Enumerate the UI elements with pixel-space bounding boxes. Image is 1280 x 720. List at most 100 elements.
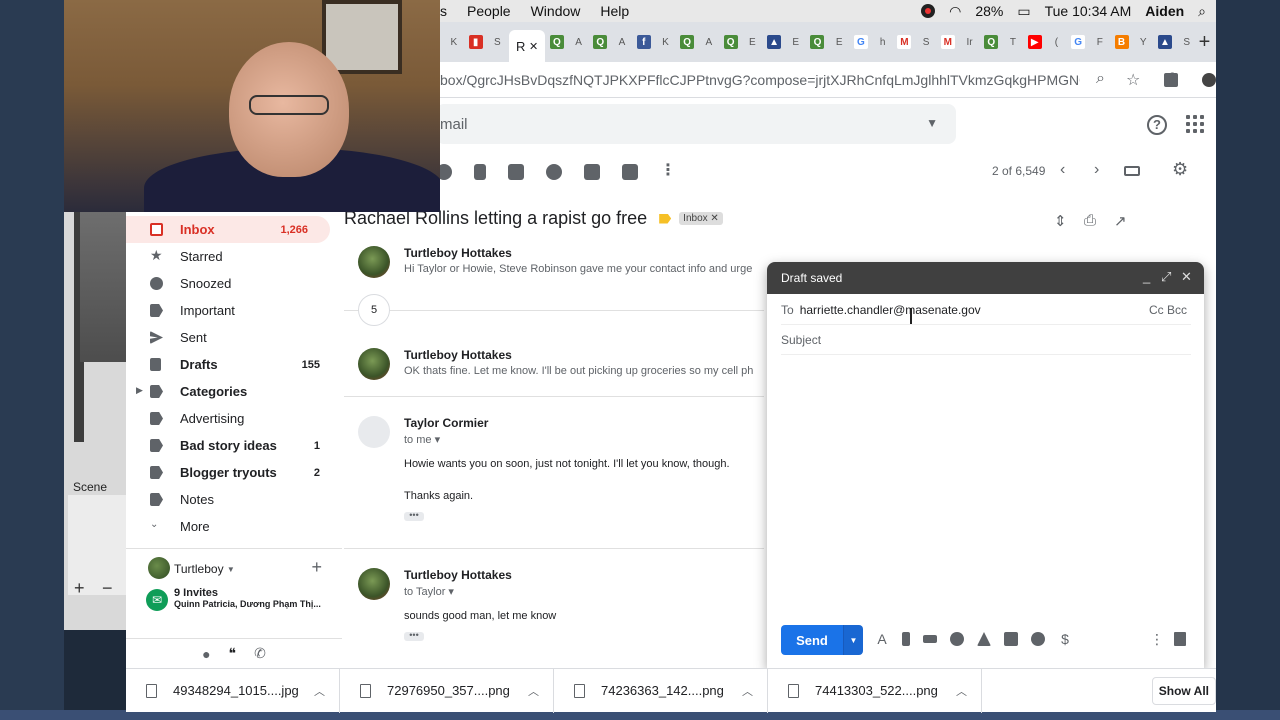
new-tab-button[interactable]: + <box>1199 31 1211 54</box>
more-actions-icon[interactable]: ⋮ <box>660 163 676 180</box>
subject-field[interactable]: Subject <box>781 325 1191 355</box>
insert-photo-icon[interactable] <box>1004 632 1018 646</box>
facebook-extension-icon[interactable]: f <box>1164 72 1178 88</box>
to-field[interactable]: To harriette.chandler@masenate.gov Cc Bc… <box>781 295 1191 325</box>
download-item[interactable]: 74236363_142....png ︿ <box>554 668 768 713</box>
browser-tab[interactable]: F <box>1090 28 1110 56</box>
hangouts-icon[interactable]: ❝ <box>229 645 237 662</box>
browser-tab[interactable]: T <box>1003 28 1023 56</box>
sidebar-item-categories[interactable]: ▶ Categories <box>126 378 342 405</box>
download-item[interactable]: 74413303_522....png ︿ <box>768 668 982 713</box>
browser-tab[interactable]: M <box>895 28 915 56</box>
to-recipient[interactable]: harriette.chandler@masenate.gov <box>800 303 981 317</box>
screen-record-icon[interactable] <box>921 4 936 18</box>
hangouts-user[interactable]: Turtleboy ▼ + <box>126 555 342 583</box>
chevron-up-icon[interactable]: ︿ <box>314 683 325 699</box>
sidebar-item-starred[interactable]: ★ Starred <box>126 243 342 270</box>
chevron-up-icon[interactable]: ︿ <box>742 683 753 699</box>
more-options-icon[interactable]: ⋮ <box>1150 631 1164 648</box>
expand-all-icon[interactable]: ⇕ <box>1054 212 1067 230</box>
browser-tab[interactable]: Q <box>547 28 567 56</box>
close-tab-icon[interactable]: ✕ <box>529 40 538 53</box>
sidebar-item-important[interactable]: Important <box>126 297 342 324</box>
search-options-dropdown-icon[interactable]: ▼ <box>926 116 938 130</box>
compose-body[interactable] <box>781 362 1191 612</box>
inbox-label-chip[interactable]: Inbox ✕ <box>679 212 723 225</box>
menu-item-window[interactable]: Window <box>531 3 581 19</box>
input-tools-icon[interactable] <box>1124 166 1140 176</box>
contacts-icon[interactable]: ● <box>202 646 210 662</box>
browser-tab[interactable]: f <box>634 28 654 56</box>
older-icon[interactable]: › <box>1094 161 1099 179</box>
fullscreen-icon[interactable]: ⤢ <box>1161 269 1171 285</box>
browser-tab[interactable]: E <box>829 28 849 56</box>
send-money-icon[interactable]: $ <box>1058 632 1072 646</box>
browser-tab[interactable]: Q <box>721 28 741 56</box>
browser-tab[interactable]: ▶ <box>1025 28 1045 56</box>
browser-tab[interactable]: Q <box>981 28 1001 56</box>
close-icon[interactable]: ✕ <box>1181 269 1192 285</box>
browser-tab[interactable]: G <box>1068 28 1088 56</box>
sidebar-item-bad-story-ideas[interactable]: Bad story ideas 1 <box>126 432 342 459</box>
menu-item-help[interactable]: Help <box>600 3 629 19</box>
browser-tab[interactable]: ( <box>1047 28 1067 56</box>
browser-tab[interactable]: B <box>1112 28 1132 56</box>
sidebar-item-blogger-tryouts[interactable]: Blogger tryouts 2 <box>126 459 342 486</box>
url-text[interactable]: box/QgrcJHsBvDqszfNQTJPKXPFflcCJPPtnvgG?… <box>440 72 1080 88</box>
browser-tab[interactable]: A <box>612 28 632 56</box>
browser-tab[interactable]: ▮ <box>466 28 486 56</box>
sidebar-item-drafts[interactable]: Drafts 155 <box>126 351 342 378</box>
insert-link-icon[interactable] <box>923 635 937 643</box>
browser-tab[interactable]: Q <box>808 28 828 56</box>
formatting-options-icon[interactable]: A <box>875 632 889 646</box>
emoji-icon[interactable] <box>950 632 964 646</box>
sidebar-item-inbox[interactable]: Inbox 1,266 <box>126 216 330 243</box>
menu-clock[interactable]: Tue 10:34 AM <box>1045 3 1132 19</box>
help-icon[interactable]: ? <box>1147 115 1167 135</box>
discard-draft-icon[interactable] <box>1174 632 1186 646</box>
zoom-icon[interactable]: ⌕ <box>1096 70 1105 88</box>
browser-tab[interactable]: A <box>699 28 719 56</box>
hangouts-invites[interactable]: ✉ 9 Invites Quinn Patricia, Dương Phạm T… <box>126 583 342 621</box>
wifi-icon[interactable]: ◠ <box>949 3 961 20</box>
download-item[interactable]: 49348294_1015....jpg ︿ <box>126 668 340 713</box>
attach-file-icon[interactable] <box>902 632 910 646</box>
send-options-icon[interactable]: ▼ <box>843 625 863 655</box>
importance-marker-icon[interactable] <box>659 213 672 224</box>
sidebar-item-notes[interactable]: Notes <box>126 486 342 513</box>
browser-tab-active[interactable]: R ✕ <box>509 30 545 62</box>
browser-tab[interactable]: A <box>569 28 589 56</box>
download-item[interactable]: 72976950_357....png ︿ <box>340 668 554 713</box>
print-icon[interactable]: ⎙ <box>1084 212 1096 229</box>
browser-tab[interactable]: Ir <box>960 28 980 56</box>
search-mail-input[interactable]: mail ▼ <box>436 104 956 144</box>
browser-tab[interactable]: S <box>916 28 936 56</box>
expand-arrow-icon[interactable]: ▶ <box>136 385 143 396</box>
browser-tab[interactable]: Q <box>590 28 610 56</box>
collapsed-messages-count[interactable]: 5 <box>358 294 390 326</box>
settings-gear-icon[interactable]: ⚙ <box>1172 160 1190 178</box>
send-button[interactable]: Send <box>781 625 843 655</box>
remove-scene-button[interactable]: − <box>102 578 113 599</box>
sidebar-item-advertising[interactable]: Advertising <box>126 405 342 432</box>
browser-tab[interactable]: M <box>938 28 958 56</box>
browser-tab[interactable]: Q <box>677 28 697 56</box>
chevron-up-icon[interactable]: ︿ <box>528 683 539 699</box>
show-trimmed-content-button[interactable]: ••• <box>404 631 424 641</box>
show-all-downloads-button[interactable]: Show All <box>1151 677 1216 705</box>
sidebar-item-sent[interactable]: Sent <box>126 324 342 351</box>
sidebar-item-snoozed[interactable]: Snoozed <box>126 270 342 297</box>
spotlight-search-icon[interactable]: ⌕ <box>1198 3 1206 20</box>
browser-tab[interactable]: K <box>656 28 676 56</box>
new-conversation-icon[interactable]: + <box>311 557 322 578</box>
show-trimmed-content-button[interactable]: ••• <box>404 511 424 521</box>
profile-avatar-icon[interactable] <box>1202 73 1216 87</box>
browser-tab[interactable]: E <box>742 28 762 56</box>
google-drive-icon[interactable] <box>977 632 991 646</box>
compose-header[interactable]: Draft saved _ ⤢ ✕ <box>767 262 1204 294</box>
mark-unread-icon[interactable] <box>508 164 524 180</box>
browser-tab[interactable]: G <box>851 28 871 56</box>
menu-user[interactable]: Aiden <box>1145 3 1184 19</box>
menu-item-truncated[interactable]: s <box>440 3 447 19</box>
browser-tab[interactable]: S <box>487 28 507 56</box>
